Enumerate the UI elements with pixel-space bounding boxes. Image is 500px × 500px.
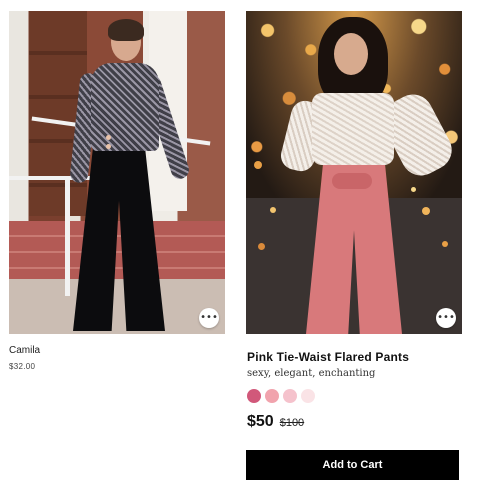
more-options-button[interactable]: •••: [199, 308, 219, 328]
product-card-pink-pants[interactable]: ••• Pink Tie-Waist Flared Pants sexy, el…: [246, 11, 462, 480]
more-options-button[interactable]: •••: [436, 308, 456, 328]
color-swatches: [247, 389, 315, 403]
swatch-color-1[interactable]: [247, 389, 261, 403]
more-horizontal-icon: •••: [200, 312, 218, 323]
product-name[interactable]: Camila: [9, 345, 40, 356]
product-tagline: sexy, elegant, enchanting: [247, 368, 376, 379]
product-image[interactable]: •••: [246, 11, 462, 334]
product-card-camila[interactable]: ••• Camila $32.00: [9, 11, 225, 371]
sale-price: $50: [247, 413, 274, 430]
product-image[interactable]: •••: [9, 11, 225, 334]
more-horizontal-icon: •••: [437, 312, 455, 323]
product-name[interactable]: Pink Tie-Waist Flared Pants: [247, 350, 409, 364]
price-row: $50 $100: [247, 413, 304, 431]
product-price: $32.00: [9, 362, 36, 371]
swatch-color-2[interactable]: [265, 389, 279, 403]
swatch-color-4[interactable]: [301, 389, 315, 403]
compare-at-price: $100: [279, 417, 305, 429]
add-to-cart-button[interactable]: Add to Cart: [246, 450, 459, 480]
swatch-color-3[interactable]: [283, 389, 297, 403]
